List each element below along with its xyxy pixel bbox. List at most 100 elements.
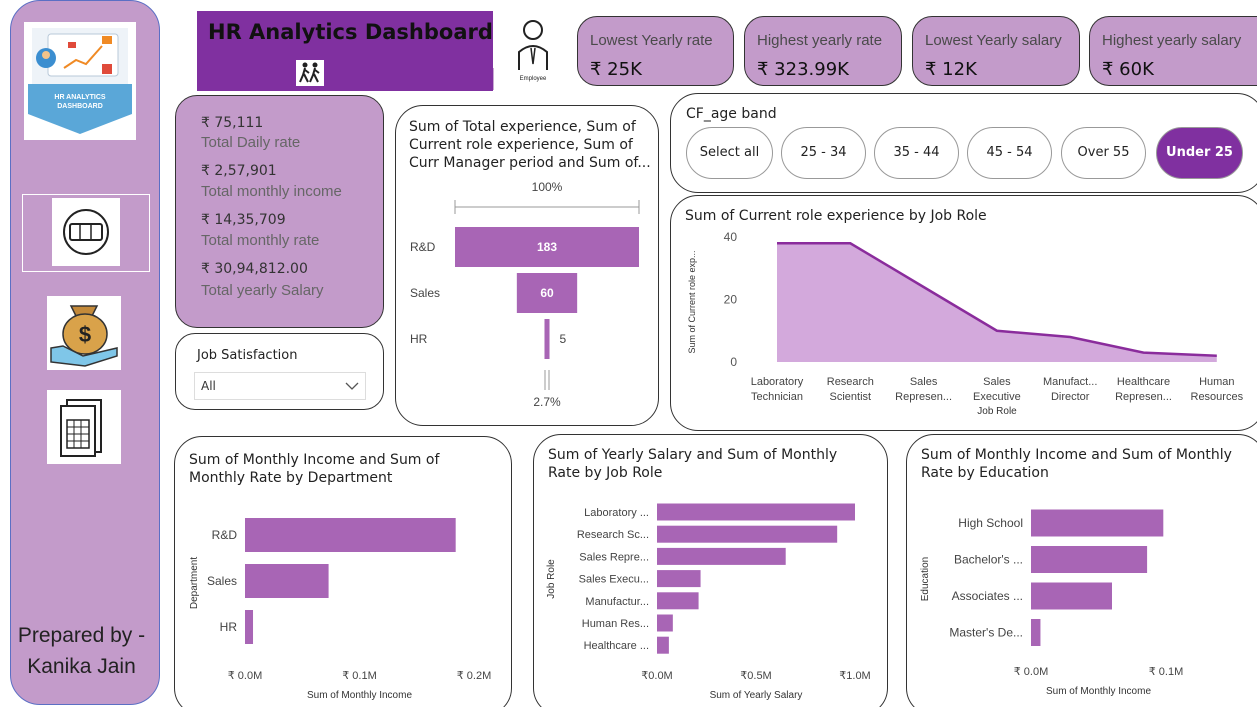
job-satisfaction-title: Job Satisfaction	[197, 348, 298, 363]
money-bag-icon: $	[50, 305, 118, 367]
kpi-label: Lowest Yearly salary	[925, 32, 1062, 49]
bar	[1031, 582, 1112, 610]
bar-x-tick: ₹ 0.2M	[457, 670, 492, 682]
role-experience-card: Sum of Current role experience by Job Ro…	[670, 195, 1257, 431]
nav-salary-button[interactable]: $	[47, 296, 121, 370]
age-band-option-25-34[interactable]: 25 - 34	[781, 127, 866, 179]
author-name: Kanika Jain	[27, 655, 136, 678]
age-band-option-select-all[interactable]: Select all	[686, 127, 773, 179]
age-band-option-45-54[interactable]: 45 - 54	[967, 127, 1052, 179]
age-band-title: CF_age band	[686, 106, 777, 122]
svg-text:$: $	[79, 322, 91, 347]
total-yearly-salary-value: ₹ 30,94,812.00	[201, 261, 308, 277]
area-x-tick: Healthcare Represen...	[1115, 376, 1172, 403]
nav-report-button[interactable]	[47, 390, 121, 464]
area-x-tick: Research Scientist	[827, 376, 874, 403]
area-x-tick: Human Resources	[1191, 376, 1244, 403]
funnel-data-label: 183	[537, 240, 557, 254]
employee-icon: Employee	[510, 18, 556, 84]
funnel-chart: 100% R&D 183 Sales 60 HR 5 2.7%	[410, 180, 640, 409]
age-band-slicer: CF_age band Select all 25 - 34 35 - 44 4…	[670, 93, 1257, 193]
job-satisfaction-value: All	[201, 379, 216, 393]
bar	[1031, 546, 1148, 573]
age-band-option-under-25[interactable]: Under 25	[1156, 127, 1243, 179]
chevron-down-icon	[345, 382, 359, 390]
bar-y-axis-title: Job Role	[546, 559, 557, 599]
kpi-label: Lowest Yearly rate	[590, 32, 713, 49]
walking-people-icon	[296, 60, 324, 86]
funnel-category-label: HR	[410, 332, 428, 346]
bar-category-label: High School	[958, 516, 1023, 530]
total-monthly-income-label: Total monthly income	[201, 183, 342, 200]
department-card: Sum of Monthly Income and Sum of Monthly…	[174, 436, 512, 707]
age-band-option-35-44[interactable]: 35 - 44	[874, 127, 959, 179]
prepared-by-label: Prepared by -	[17, 624, 146, 647]
area-y-tick: 40	[724, 230, 738, 244]
kpi-value: ₹ 60K	[1102, 59, 1154, 80]
area-y-axis-title: Sum of Current role exp...	[687, 250, 697, 353]
area-x-tick: Sales Executive	[973, 376, 1021, 403]
kpi-highest-yearly-rate: Highest yearly rate ₹ 323.99K	[744, 16, 902, 86]
bar	[657, 547, 786, 565]
area-x-tick: Laboratory Technician	[751, 376, 804, 403]
bar-x-tick: ₹0.0M	[641, 670, 672, 682]
education-chart: High School Bachelor's ... Associates ... M…	[920, 509, 1184, 697]
kpi-value: ₹ 25K	[590, 59, 642, 80]
totals-card: ₹ 75,111 Total Daily rate ₹ 2,57,901 Tot…	[175, 95, 384, 328]
bar-x-tick: ₹ 0.1M	[342, 670, 377, 682]
area-x-tick: Manufact... Director	[1043, 376, 1097, 403]
area-y-tick: 0	[730, 355, 737, 369]
bar-x-tick: ₹ 0.1M	[1149, 666, 1184, 678]
bar-category-label: Sales	[207, 574, 237, 588]
bar-x-tick: ₹1.0M	[839, 670, 870, 682]
title-divider	[493, 68, 494, 90]
bar	[245, 564, 329, 598]
funnel-bottom-label: 2.7%	[533, 395, 561, 409]
funnel-bar	[544, 319, 550, 359]
role-experience-chart: 0 20 40 Laboratory Technician Research Scienti…	[687, 230, 1244, 417]
job-role-chart: Laboratory ... Research Sc... Sales Repre.…	[546, 503, 871, 701]
total-yearly-salary-label: Total yearly Salary	[201, 282, 324, 299]
dashboard-logo: HR ANALYTICS DASHBOARD	[24, 22, 136, 140]
author-credit: Prepared by - Kanika Jain	[0, 620, 163, 682]
age-band-option-over-55[interactable]: Over 55	[1061, 127, 1146, 179]
kpi-value: ₹ 12K	[925, 59, 977, 80]
kpi-label: Highest yearly rate	[757, 32, 883, 49]
counter-icon	[63, 209, 109, 255]
bar-category-label: Laboratory ...	[584, 507, 649, 519]
job-role-card: Sum of Yearly Salary and Sum of Monthly …	[533, 434, 888, 707]
bar-category-label: Sales Repre...	[579, 551, 649, 563]
bar	[657, 614, 673, 632]
bar	[1031, 509, 1164, 537]
funnel-category-label: R&D	[410, 240, 436, 254]
bar-category-label: Research Sc...	[577, 529, 649, 541]
bar-x-tick: ₹0.5M	[740, 670, 771, 682]
bar-category-label: Human Res...	[582, 618, 649, 630]
funnel-data-label: 5	[560, 332, 567, 346]
job-satisfaction-dropdown[interactable]: All	[194, 372, 366, 400]
total-daily-rate-label: Total Daily rate	[201, 134, 301, 151]
total-monthly-rate-value: ₹ 14,35,709	[201, 212, 286, 228]
bar-category-label: Healthcare ...	[584, 640, 649, 652]
nav-overview-button[interactable]	[52, 198, 120, 266]
bar-x-tick: ₹ 0.0M	[228, 670, 263, 682]
bar	[245, 610, 254, 644]
bar-category-label: Sales Execu...	[579, 574, 649, 586]
bar-x-axis-title: Sum of Monthly Income	[1046, 686, 1151, 697]
bar	[657, 525, 838, 543]
area-x-axis-title: Job Role	[977, 406, 1017, 417]
kpi-lowest-yearly-rate: Lowest Yearly rate ₹ 25K	[577, 16, 734, 86]
bar-category-label: Master's De...	[949, 626, 1023, 640]
bar-y-axis-title: Department	[189, 557, 200, 609]
bar-category-label: R&D	[212, 528, 238, 542]
area-y-tick: 20	[724, 293, 738, 307]
bar-x-tick: ₹ 0.0M	[1014, 666, 1049, 678]
area-x-tick: Sales Represen...	[895, 376, 952, 403]
total-monthly-rate-label: Total monthly rate	[201, 232, 320, 249]
funnel-card: Sum of Total experience, Sum of Current …	[395, 105, 659, 426]
funnel-data-label: 60	[540, 286, 554, 300]
kpi-value: ₹ 323.99K	[757, 59, 849, 80]
spreadsheet-icon	[60, 399, 102, 457]
education-card: Sum of Monthly Income and Sum of Monthly…	[906, 434, 1257, 707]
bar-x-axis-title: Sum of Yearly Salary	[710, 690, 803, 701]
